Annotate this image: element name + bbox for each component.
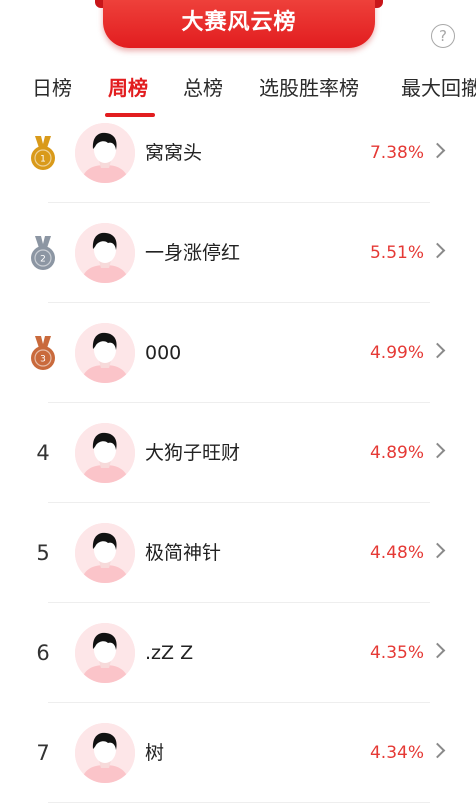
user-avatar-icon — [75, 123, 135, 183]
tab-weekly[interactable]: 周榜 — [108, 68, 148, 108]
avatar[interactable] — [75, 723, 135, 783]
tab-overall[interactable]: 总榜 — [183, 68, 223, 108]
avatar[interactable] — [75, 623, 135, 683]
avatar[interactable] — [75, 123, 135, 183]
svg-text:1: 1 — [40, 155, 46, 165]
chevron-right-icon[interactable] — [429, 342, 446, 359]
user-avatar-icon — [75, 523, 135, 583]
chevron-right-icon[interactable] — [429, 742, 446, 759]
ranking-row[interactable]: 6 .zZ Z 4.35% — [0, 603, 476, 703]
user-avatar-icon — [75, 323, 135, 383]
ranking-row[interactable]: 4 大狗子旺财 4.89% — [0, 403, 476, 503]
avatar[interactable] — [75, 423, 135, 483]
return-percent: 4.99% — [369, 343, 424, 363]
return-percent: 4.35% — [369, 643, 424, 663]
user-name: 000 — [145, 342, 182, 364]
user-avatar-icon — [75, 623, 135, 683]
user-name: 一身涨停红 — [145, 242, 241, 264]
user-name: 窝窝头 — [145, 142, 203, 164]
chevron-right-icon[interactable] — [429, 242, 446, 259]
return-percent: 4.89% — [369, 443, 424, 463]
return-percent: 4.48% — [369, 543, 424, 563]
tab-daily[interactable]: 日榜 — [32, 68, 72, 108]
tab-win-rate[interactable]: 选股胜率榜 — [259, 68, 359, 108]
user-avatar-icon — [75, 723, 135, 783]
medal-silver-icon: 2 — [31, 236, 55, 270]
ranking-row[interactable]: 7 树 4.34% — [0, 703, 476, 803]
user-name: .zZ Z — [145, 642, 194, 664]
medal-gold-icon: 1 — [31, 136, 55, 170]
tab-bar: 日榜 周榜 总榜 选股胜率榜 最大回撤 — [0, 68, 476, 108]
rank-number: 5 — [36, 541, 50, 565]
ranking-row[interactable]: 5 极简神针 4.48% — [0, 503, 476, 603]
return-percent: 4.34% — [369, 743, 424, 763]
return-percent: 7.38% — [369, 143, 424, 163]
rank-number: 4 — [36, 441, 50, 465]
avatar[interactable] — [75, 523, 135, 583]
help-icon[interactable]: ? — [431, 24, 455, 48]
user-name: 大狗子旺财 — [145, 442, 241, 464]
user-name: 极简神针 — [145, 542, 222, 564]
user-avatar-icon — [75, 423, 135, 483]
rank-number: 7 — [36, 741, 50, 765]
return-percent: 5.51% — [369, 243, 424, 263]
user-name: 树 — [145, 742, 165, 764]
svg-text:3: 3 — [40, 355, 46, 365]
chevron-right-icon[interactable] — [429, 142, 446, 159]
chevron-right-icon[interactable] — [429, 442, 446, 459]
avatar[interactable] — [75, 323, 135, 383]
page-title-banner: 大赛风云榜 — [103, 0, 375, 48]
rank-number: 6 — [36, 641, 50, 665]
medal-bronze-icon: 3 — [31, 336, 55, 370]
ranking-row[interactable]: 2 一身涨停红 5.51% — [0, 203, 476, 303]
chevron-right-icon[interactable] — [429, 542, 446, 559]
ranking-row[interactable]: 1 窝窝头 7.38% — [0, 103, 476, 203]
user-avatar-icon — [75, 223, 135, 283]
chevron-right-icon[interactable] — [429, 642, 446, 659]
page-title: 大赛风云榜 — [181, 10, 297, 35]
row-divider — [48, 802, 430, 803]
ranking-row[interactable]: 3 000 4.99% — [0, 303, 476, 403]
svg-text:2: 2 — [40, 255, 46, 265]
tab-max-drawdown[interactable]: 最大回撤 — [401, 68, 476, 108]
avatar[interactable] — [75, 223, 135, 283]
